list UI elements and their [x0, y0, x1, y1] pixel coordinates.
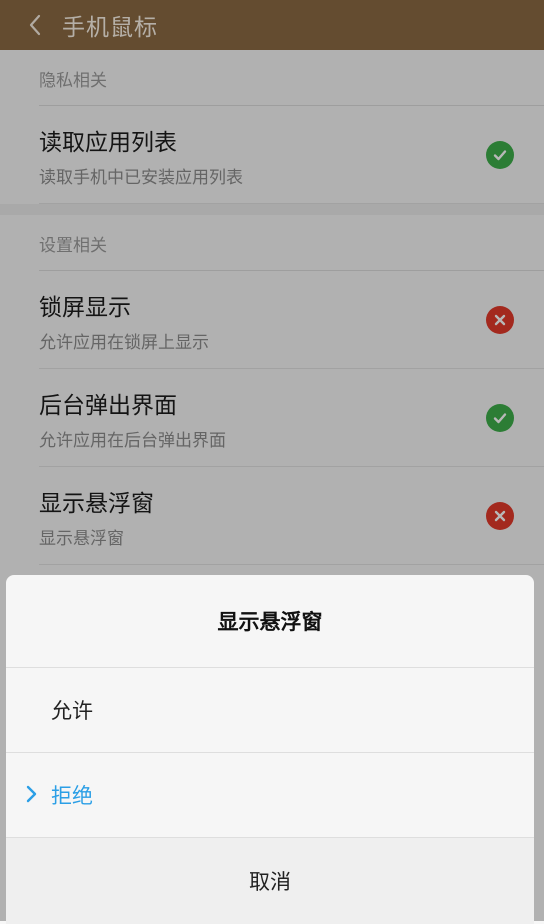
option-label: 拒绝	[51, 784, 93, 808]
cancel-button[interactable]: 取消	[6, 838, 534, 924]
chevron-right-icon	[26, 785, 37, 803]
option-allow[interactable]: 允许	[6, 668, 534, 753]
option-deny[interactable]: 拒绝	[6, 753, 534, 838]
dialog-title: 显示悬浮窗	[6, 575, 534, 668]
option-label: 允许	[51, 699, 93, 723]
permission-dialog: 显示悬浮窗 允许 拒绝 取消	[6, 575, 534, 924]
